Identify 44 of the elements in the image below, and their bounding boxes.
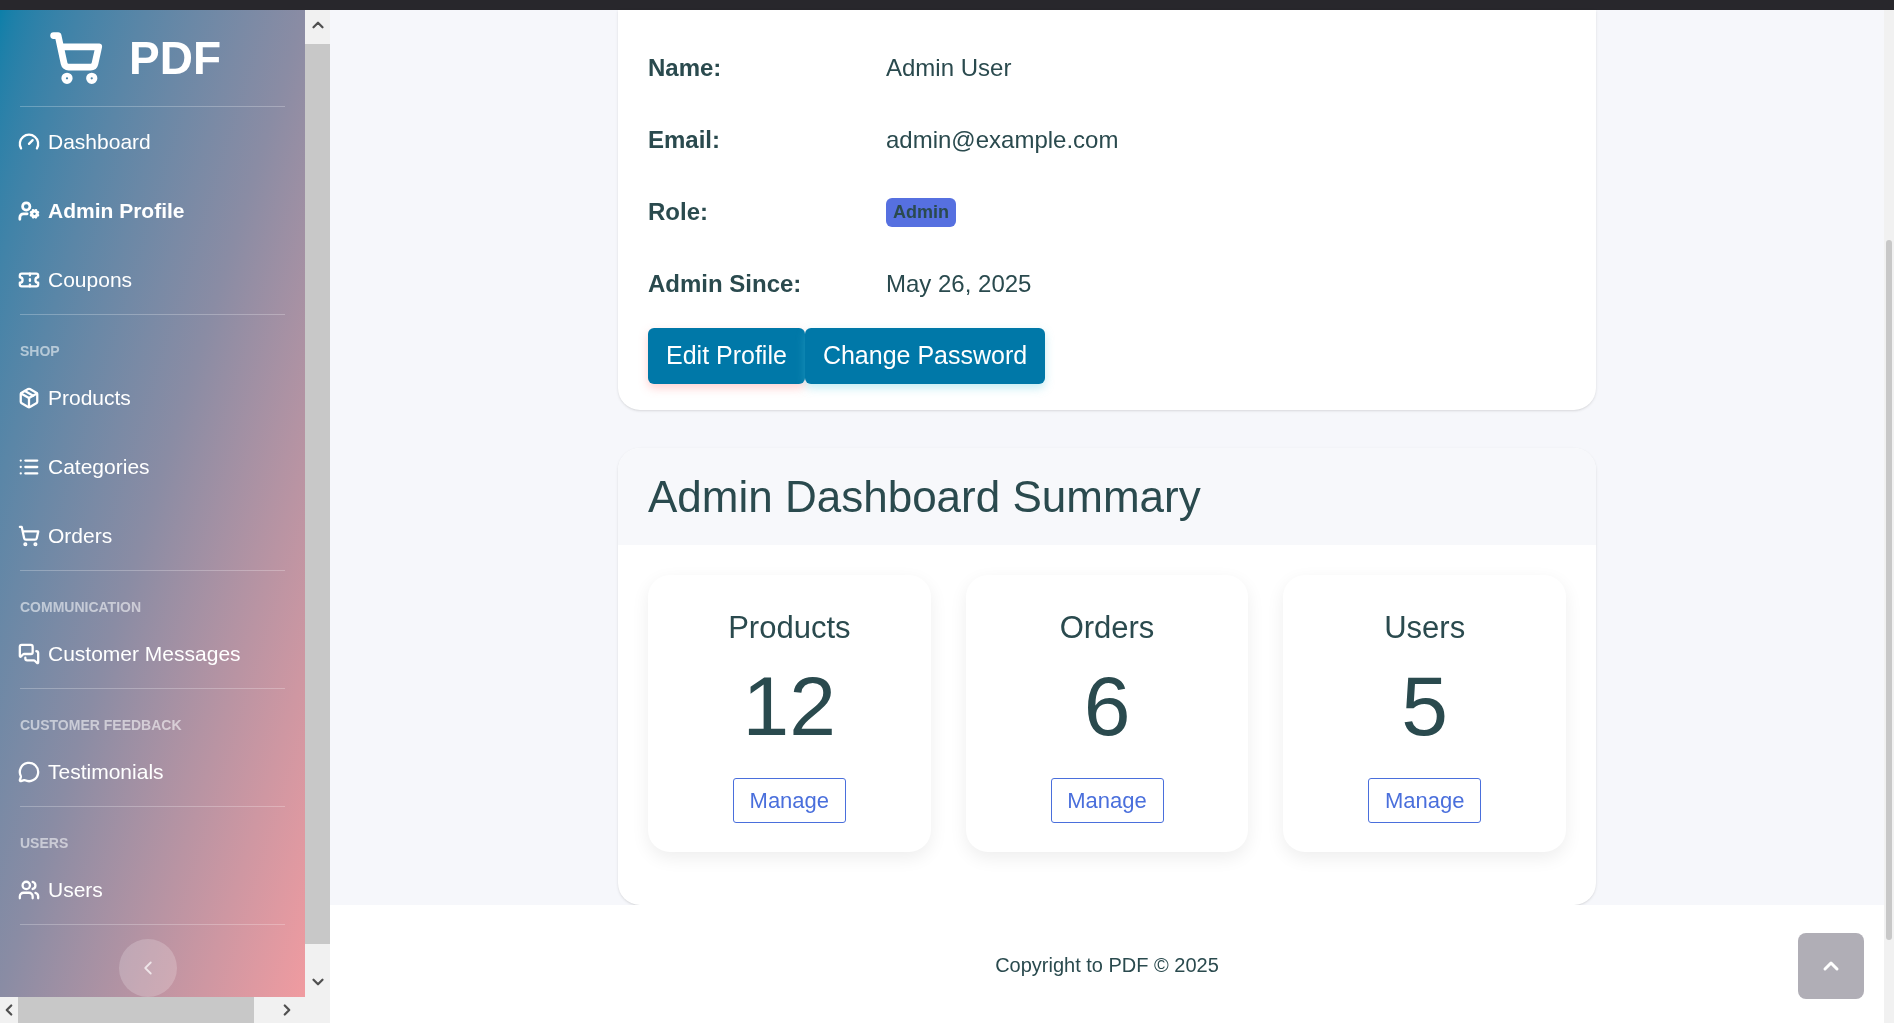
speech-bubble-icon (18, 760, 40, 783)
section-heading: COMMUNICATION (20, 599, 143, 615)
summary-title: Admin Dashboard Summary (648, 470, 1201, 523)
sidebar-item[interactable]: Orders (18, 519, 113, 552)
sidebar-item[interactable]: Dashboard (18, 125, 151, 158)
manage-button[interactable]: Manage (1368, 777, 1482, 823)
manage-button[interactable]: Manage (1050, 777, 1164, 823)
footer-copyright: Copyright to PDF © 2025 (995, 953, 1219, 978)
sidebar-item[interactable]: Products (18, 381, 131, 414)
chat-bubbles-icon (18, 642, 40, 665)
section-heading: SHOP (20, 343, 61, 359)
users-icon (18, 878, 40, 901)
section-heading: CUSTOMER FEEDBACK (20, 717, 183, 733)
change-password-button[interactable]: Change Password (804, 328, 1046, 384)
user-gear-icon (18, 199, 40, 222)
stat-value: 6 (1083, 663, 1131, 748)
cart-icon (18, 524, 40, 547)
box-icon (18, 386, 40, 409)
sidebar-item[interactable]: Admin Profile (18, 194, 185, 227)
manage-button[interactable]: Manage (732, 777, 846, 823)
sidebar-item[interactable]: Categories (18, 450, 150, 483)
field-label: Role: (648, 197, 709, 227)
role-badge: Admin (886, 197, 956, 227)
field-label: Email: (648, 125, 722, 155)
field-value: May 26, 2025 (886, 269, 1032, 299)
stat-value: 5 (1401, 663, 1449, 748)
stat-label: Orders (1059, 609, 1155, 647)
stat-label: Products (728, 609, 851, 647)
field-value: Admin User (886, 53, 1012, 83)
edit-profile-button[interactable]: Edit Profile (648, 328, 805, 384)
field-label: Admin Since: (648, 269, 803, 299)
brand-name: PDF (129, 35, 221, 81)
field-label: Name: (648, 53, 723, 83)
sidebar-item[interactable]: Coupons (18, 263, 133, 296)
sidebar-item[interactable]: Customer Messages (18, 637, 241, 670)
sidebar-item[interactable]: Testimonials (18, 755, 164, 788)
back-to-top-button[interactable] (1798, 933, 1864, 999)
scrollbar-thumb[interactable] (18, 997, 254, 1023)
field-value: admin@example.com (886, 125, 1119, 155)
stat-label: Users (1384, 609, 1466, 647)
section-heading: USERS (20, 835, 70, 851)
scrollbar-thumb[interactable] (1886, 240, 1892, 940)
stat-value: 12 (742, 663, 837, 748)
sidebar-item[interactable]: Users (18, 873, 103, 906)
